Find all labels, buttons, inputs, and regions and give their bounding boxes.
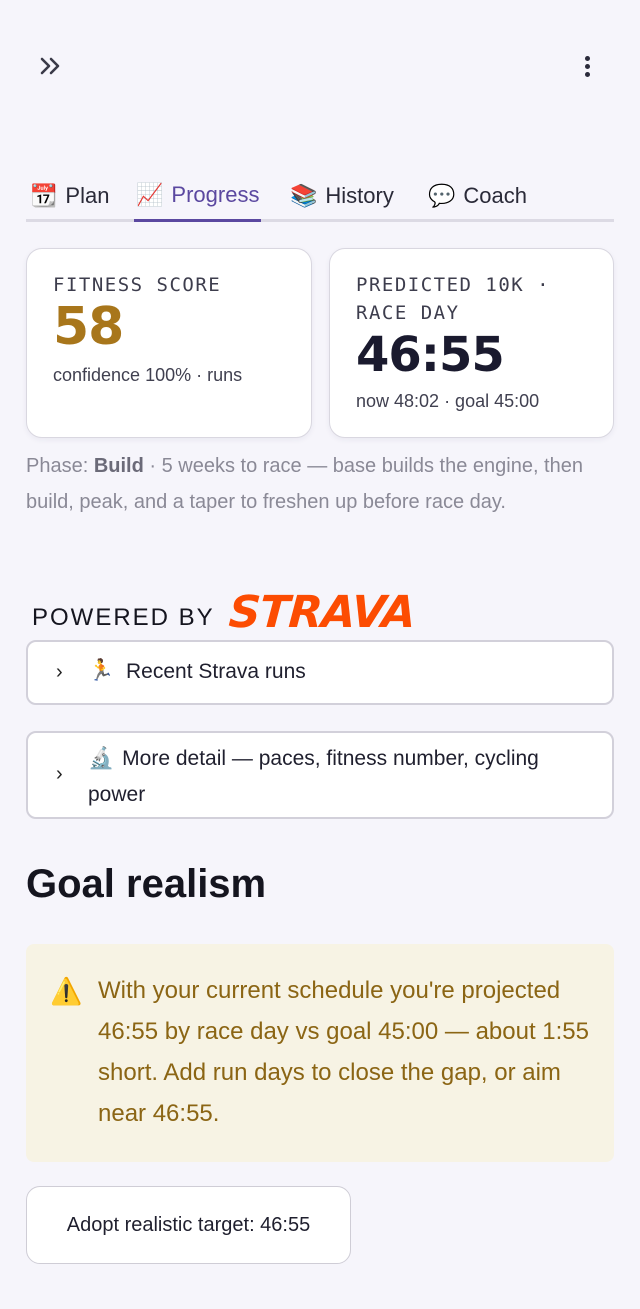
goal-realism-heading: Goal realism (26, 862, 267, 906)
fitness-score-value: 58 (53, 297, 124, 357)
recent-runs-expander[interactable]: › 🏃 Recent Strava runs (26, 640, 614, 705)
goal-warning-text: With your current schedule you're projec… (98, 977, 590, 1127)
predicted-race-label: PREDICTED 10K · (356, 274, 551, 296)
predicted-race-label-2: RACE DAY (356, 302, 460, 324)
predicted-race-time: 46:55 (356, 327, 505, 383)
microscope-icon: 🔬 (88, 747, 115, 770)
fitness-score-label: FITNESS SCORE (53, 274, 222, 296)
tab-coach[interactable]: 💬 Coach (426, 170, 529, 222)
books-icon: 📚 (290, 183, 318, 208)
tab-label: Coach (463, 183, 527, 208)
chevron-right-icon: › (56, 661, 63, 683)
expand-sidebar-button[interactable] (36, 50, 68, 82)
predicted-race-card: PREDICTED 10K · RACE DAY 46:55 now 48:02… (329, 248, 614, 438)
more-detail-expander[interactable]: › 🔬 More detail — paces, fitness number, … (26, 731, 614, 819)
runner-icon: 🏃 (88, 659, 115, 682)
phase-name: Build (93, 455, 144, 477)
fitness-score-card: FITNESS SCORE 58 confidence 100% · runs (26, 248, 312, 438)
tab-label: Plan (65, 183, 110, 208)
vertical-ellipsis-icon (585, 56, 590, 61)
calendar-icon: 📆 (30, 183, 58, 208)
tab-label: Progress (171, 181, 260, 207)
expander-label: More detail — paces, fitness number, cyc… (88, 747, 539, 806)
chart-increasing-icon: 📈 (136, 181, 164, 207)
goal-warning-alert: ⚠️ With your current schedule you're pro… (26, 944, 614, 1162)
speech-bubble-icon: 💬 (428, 183, 456, 208)
expander-label: Recent Strava runs (126, 660, 306, 683)
tab-bar: 📆 Plan 📈 Progress 📚 History 💬 Coach (26, 160, 614, 222)
tab-plan[interactable]: 📆 Plan (28, 170, 111, 222)
strava-logo: STRAVA (226, 586, 417, 638)
warning-icon: ⚠️ (50, 976, 83, 1006)
chevron-right-icon: › (56, 763, 63, 785)
race-now-goal: now 48:02 · goal 45:00 (356, 391, 540, 411)
adopt-target-button[interactable]: Adopt realistic target: 46:55 (26, 1186, 351, 1264)
phase-description: Phase: Build · 5 weeks to race — base bu… (26, 455, 583, 513)
fitness-confidence: confidence 100% · runs (53, 365, 243, 385)
main-menu-button[interactable] (574, 50, 602, 82)
double-chevron-right-icon (40, 57, 60, 75)
powered-by-strava: POWERED BY STRAVA (32, 584, 417, 640)
tab-history[interactable]: 📚 History (288, 170, 396, 222)
powered-by-text: POWERED BY (32, 604, 215, 631)
top-bar (0, 0, 640, 130)
tab-progress[interactable]: 📈 Progress (134, 170, 262, 222)
tab-label: History (325, 183, 394, 208)
